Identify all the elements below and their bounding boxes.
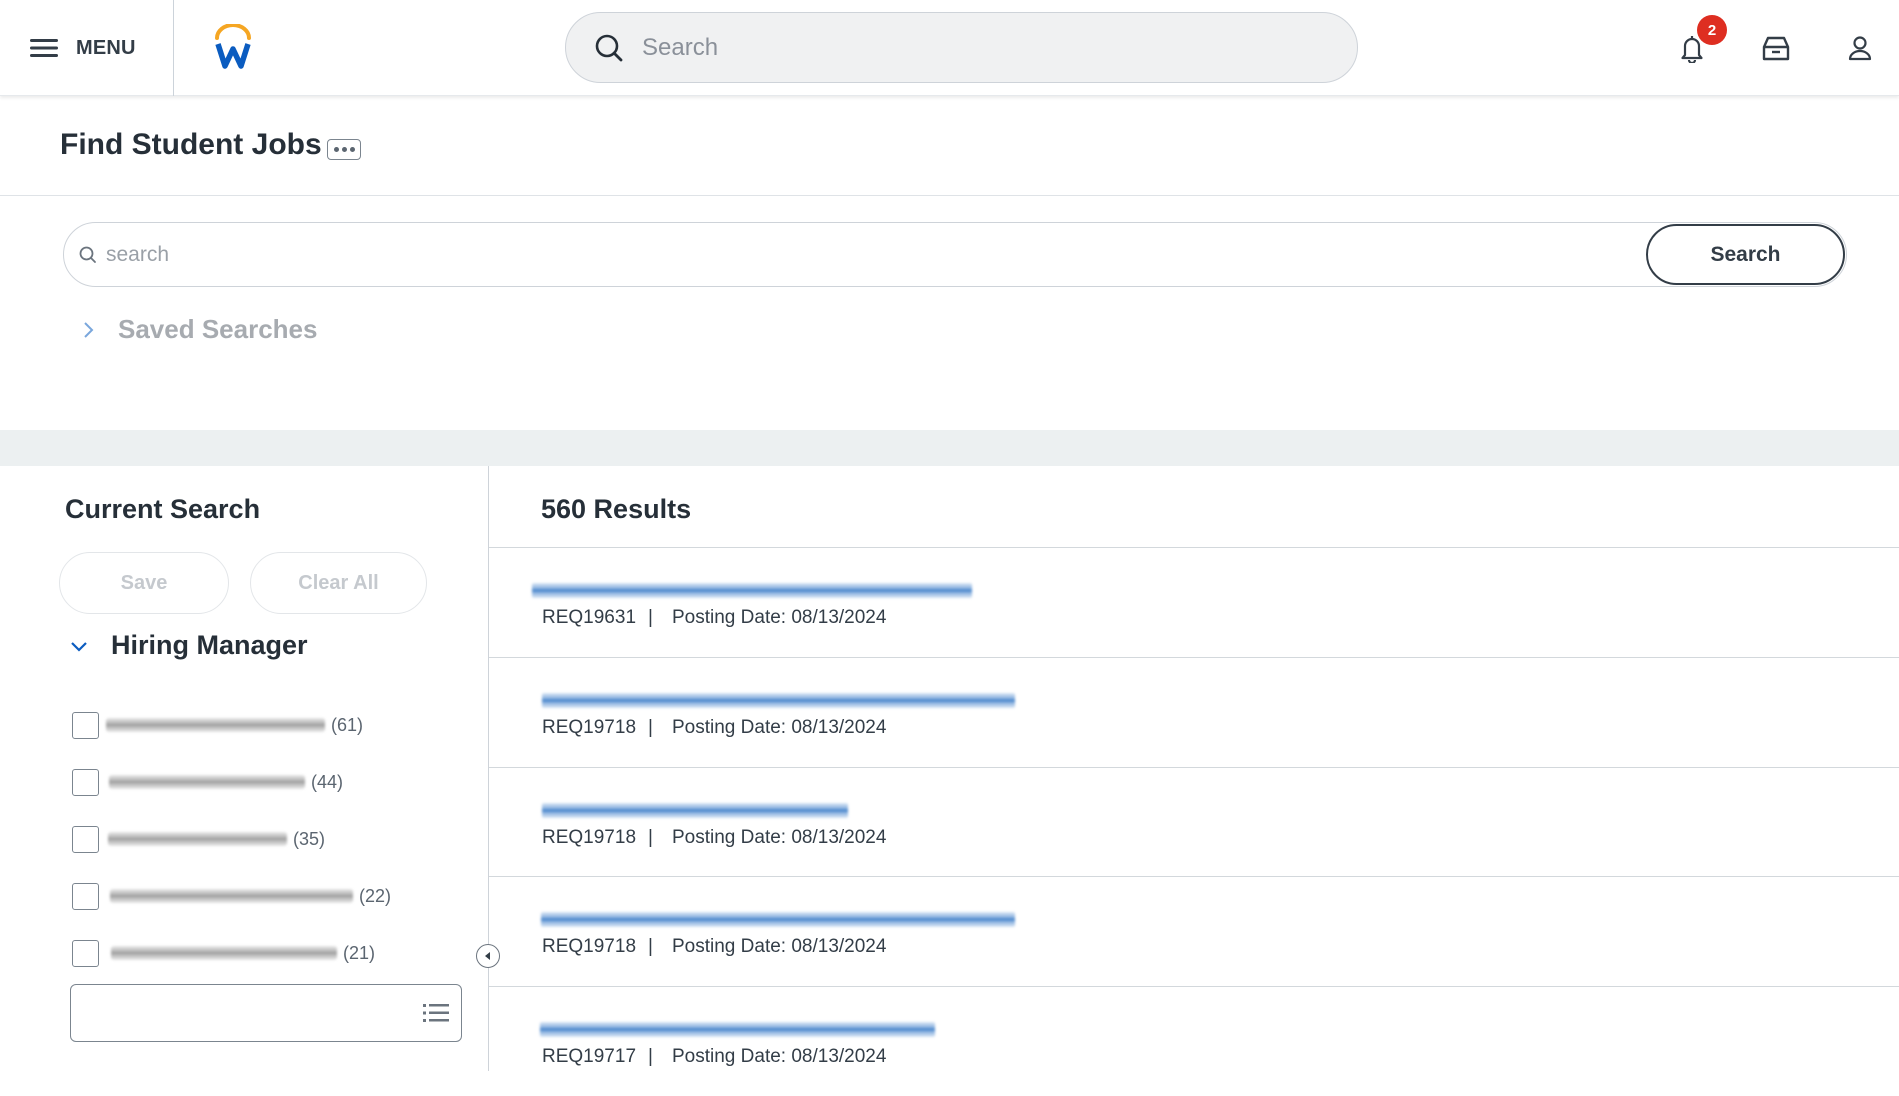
facet-option[interactable]: (22)	[72, 881, 391, 911]
job-title-link-redacted[interactable]	[540, 1022, 935, 1037]
requisition-id: REQ19718	[542, 827, 637, 848]
section-separator	[0, 430, 1899, 466]
result-row: REQ19718 | Posting Date: 08/13/2024	[489, 767, 1899, 877]
facet-name-redacted	[111, 946, 337, 960]
facet-option[interactable]: (21)	[72, 938, 375, 968]
facet-option[interactable]: (35)	[72, 824, 325, 854]
facet-name-redacted	[110, 889, 353, 903]
facet-count: (61)	[331, 714, 364, 735]
facet-checkbox[interactable]	[72, 825, 99, 853]
search-icon	[595, 34, 623, 61]
facet-name-redacted	[108, 832, 287, 846]
job-title-link-redacted[interactable]	[542, 693, 1015, 708]
hiring-manager-facet-heading: Hiring Manager	[111, 630, 308, 660]
separator: |	[648, 717, 653, 738]
job-title-link-redacted[interactable]	[542, 803, 848, 818]
current-search-heading: Current Search	[65, 494, 261, 524]
job-search-box[interactable]	[63, 222, 1847, 287]
saved-searches-label: Saved Searches	[118, 314, 318, 344]
search-button[interactable]: Search	[1646, 224, 1845, 285]
requisition-id: REQ19717	[542, 1046, 637, 1067]
facet-checkbox[interactable]	[72, 768, 99, 796]
chevron-right-icon	[84, 321, 94, 338]
posting-date: Posting Date: 08/13/2024	[672, 827, 887, 848]
facet-name-redacted	[109, 775, 305, 789]
separator: |	[648, 827, 653, 848]
facet-name-redacted	[106, 718, 325, 732]
facet-count: (35)	[293, 828, 326, 849]
caret-left-icon	[485, 952, 490, 960]
search-icon	[79, 246, 96, 263]
job-meta: REQ19631 | Posting Date: 08/13/2024	[542, 607, 886, 629]
facet-count: (21)	[343, 942, 376, 963]
job-meta: REQ19718 | Posting Date: 08/13/2024	[542, 827, 886, 849]
job-meta: REQ19718 | Posting Date: 08/13/2024	[542, 717, 886, 739]
requisition-id: REQ19631	[542, 607, 637, 628]
collapse-panel-button[interactable]	[476, 944, 500, 968]
divider	[0, 195, 1899, 196]
menu-button[interactable]: MENU	[30, 33, 136, 63]
facet-count: (44)	[311, 771, 344, 792]
posting-date: Posting Date: 08/13/2024	[672, 717, 887, 738]
facet-checkbox[interactable]	[72, 882, 99, 910]
hiring-manager-prompt-input[interactable]	[70, 984, 462, 1042]
facet-checkbox[interactable]	[72, 711, 99, 739]
top-header: MENU 2	[0, 0, 1899, 96]
job-title-link-redacted[interactable]	[541, 912, 1015, 927]
results-count: 560 Results	[541, 494, 692, 524]
saved-searches-toggle[interactable]: Saved Searches	[82, 314, 317, 345]
requisition-id: REQ19718	[542, 717, 637, 738]
facet-checkbox[interactable]	[72, 939, 99, 967]
result-row: REQ19631 | Posting Date: 08/13/2024	[489, 547, 1899, 657]
requisition-id: REQ19718	[542, 936, 637, 957]
result-row: REQ19717 | Posting Date: 08/13/2024	[489, 986, 1899, 1096]
list-icon[interactable]	[423, 1002, 449, 1024]
chevron-down-icon[interactable]	[68, 636, 90, 658]
result-row: REQ19718 | Posting Date: 08/13/2024	[489, 876, 1899, 986]
menu-label: MENU	[76, 36, 136, 59]
menu-icon	[30, 39, 58, 57]
separator: |	[648, 607, 653, 628]
facet-option[interactable]: (44)	[72, 767, 343, 797]
save-search-button[interactable]: Save	[59, 552, 229, 614]
user-profile-button[interactable]	[1842, 30, 1878, 66]
workday-logo[interactable]	[213, 24, 253, 70]
posting-date: Posting Date: 08/13/2024	[672, 607, 887, 628]
global-search-input[interactable]	[642, 33, 1322, 62]
result-row: REQ19718 | Posting Date: 08/13/2024	[489, 657, 1899, 767]
facet-count: (22)	[359, 885, 392, 906]
inbox-button[interactable]	[1758, 30, 1794, 66]
job-meta: REQ19718 | Posting Date: 08/13/2024	[542, 936, 886, 958]
posting-date: Posting Date: 08/13/2024	[672, 1046, 887, 1067]
global-search-bar[interactable]	[565, 12, 1358, 83]
job-meta: REQ19717 | Posting Date: 08/13/2024	[542, 1046, 886, 1068]
ellipsis-icon	[333, 147, 339, 152]
posting-date: Posting Date: 08/13/2024	[672, 936, 887, 957]
job-title-link-redacted[interactable]	[532, 583, 972, 598]
header-divider	[173, 0, 174, 96]
user-icon	[1848, 36, 1872, 61]
related-actions-button[interactable]	[327, 139, 361, 160]
separator: |	[648, 1046, 653, 1067]
ellipsis-dot	[349, 147, 355, 152]
inbox-icon	[1762, 36, 1790, 61]
ellipsis-dot	[341, 147, 347, 152]
page-title: Find Student Jobs	[60, 128, 322, 161]
clear-all-button[interactable]: Clear All	[250, 552, 427, 614]
notification-badge: 2	[1697, 15, 1727, 45]
job-search-input[interactable]	[106, 235, 1606, 275]
facet-option[interactable]: (61)	[72, 710, 363, 740]
separator: |	[648, 936, 653, 957]
